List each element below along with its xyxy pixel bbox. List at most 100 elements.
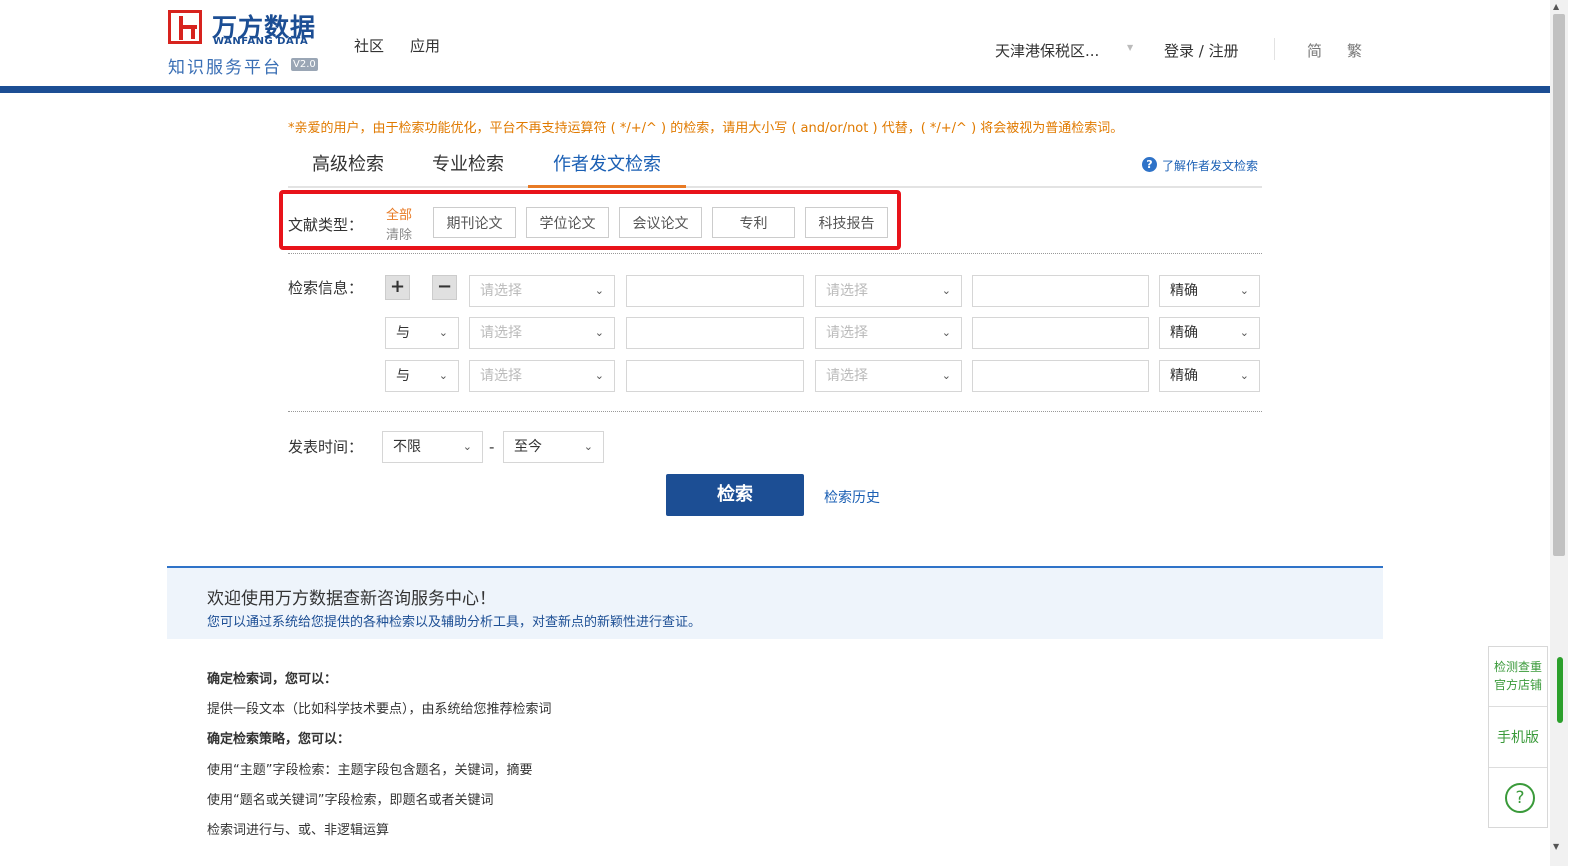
match-select-value: 精确 — [1170, 368, 1198, 384]
doc-type-thesis-button[interactable]: 学位论文 — [526, 207, 609, 238]
tab-divider — [288, 186, 1262, 188]
chevron-down-icon: ⌄ — [594, 326, 604, 339]
field-select[interactable]: 请选择 ⌄ — [469, 317, 615, 349]
question-circle-icon[interactable]: ? — [1505, 783, 1535, 813]
wanfang-logo-icon[interactable] — [168, 10, 202, 44]
chevron-down-icon: ⌄ — [594, 284, 604, 297]
field-select[interactable]: 请选择 ⌄ — [815, 275, 962, 307]
doc-type-conference-button[interactable]: 会议论文 — [619, 207, 702, 238]
section-divider — [288, 411, 1262, 412]
welcome-description: 您可以通过系统给您提供的各种检索以及辅助分析工具，对查新点的新颖性进行查证。 — [207, 615, 702, 630]
field-select[interactable]: 请选择 ⌄ — [469, 360, 615, 392]
notice-text: *亲爱的用户，由于检索功能优化，平台不再支持运算符 ( */+/^ ) 的检索，… — [288, 121, 1124, 136]
match-select[interactable]: 精确 ⌄ — [1159, 317, 1260, 349]
side-scroll-indicator — [1557, 657, 1563, 723]
tab-author-search[interactable]: 作者发文检索 — [553, 153, 661, 187]
chevron-down-icon: ⌄ — [594, 369, 604, 382]
side-mobile-link[interactable]: 手机版 — [1489, 727, 1547, 747]
lang-simplified-link[interactable]: 简 — [1307, 40, 1322, 61]
search-input[interactable] — [626, 317, 804, 349]
search-history-link[interactable]: 检索历史 — [824, 487, 880, 507]
time-from-select[interactable]: 不限 ⌄ — [382, 431, 483, 463]
chevron-down-icon: ⌄ — [1239, 284, 1249, 297]
header-bar — [0, 86, 1550, 93]
chevron-down-icon: ⌄ — [438, 369, 448, 382]
field-select-value: 请选择 — [826, 283, 868, 299]
field-select-value: 请选择 — [480, 325, 522, 341]
info-heading: 确定检索策略，您可以： — [207, 732, 351, 747]
lang-traditional-link[interactable]: 繁 — [1347, 40, 1362, 61]
region-selector[interactable]: 天津港保税区... — [995, 40, 1099, 61]
time-to-value: 至今 — [514, 439, 542, 455]
search-input[interactable] — [626, 275, 804, 307]
search-input[interactable] — [972, 317, 1149, 349]
chevron-down-icon: ⌄ — [462, 440, 472, 453]
logo-subtitle: 知识服务平台 — [168, 58, 282, 78]
chevron-down-icon: ⌄ — [941, 284, 951, 297]
doc-type-journal-button[interactable]: 期刊论文 — [433, 207, 516, 238]
add-row-button[interactable]: + — [385, 275, 410, 300]
info-heading: 确定检索词，您可以： — [207, 672, 338, 687]
info-line: 提供一段文本（比如科学技术要点），由系统给您推荐检索词 — [207, 702, 552, 717]
field-select[interactable]: 请选择 ⌄ — [815, 360, 962, 392]
search-input[interactable] — [972, 360, 1149, 392]
tab-advanced-search[interactable]: 高级检索 — [312, 153, 384, 187]
doc-type-label: 文献类型： — [288, 216, 364, 234]
chevron-down-icon: ⌄ — [438, 326, 448, 339]
side-shop-line2: 官方店铺 — [1493, 678, 1542, 692]
active-tab-indicator — [528, 185, 686, 188]
doc-type-clear[interactable]: 清除 — [386, 224, 412, 243]
search-info-label: 检索信息： — [288, 279, 364, 297]
nav-apps[interactable]: 应用 — [410, 35, 440, 56]
match-select[interactable]: 精确 ⌄ — [1159, 360, 1260, 392]
side-shop-link[interactable]: 检测查重 官方店铺 — [1489, 658, 1547, 694]
scrollbar-thumb[interactable] — [1553, 14, 1565, 556]
publish-time-label: 发表时间： — [288, 438, 364, 456]
field-select-value: 请选择 — [826, 368, 868, 384]
time-dash: - — [489, 438, 495, 456]
match-select-value: 精确 — [1170, 283, 1198, 299]
scroll-up-icon[interactable]: ▲ — [1553, 2, 1559, 11]
doc-type-report-button[interactable]: 科技报告 — [805, 207, 888, 238]
search-button[interactable]: 检索 — [666, 474, 804, 516]
search-input[interactable] — [626, 360, 804, 392]
match-select-value: 精确 — [1170, 325, 1198, 341]
doc-type-patent-button[interactable]: 专利 — [712, 207, 795, 238]
section-divider — [288, 253, 1262, 254]
info-line: 检索词进行与、或、非逻辑运算 — [207, 823, 390, 838]
header-divider — [1274, 38, 1275, 60]
logic-select-value: 与 — [396, 325, 410, 341]
side-divider — [1489, 767, 1547, 768]
help-icon[interactable]: ? — [1142, 157, 1157, 172]
time-from-value: 不限 — [393, 439, 421, 455]
field-select-value: 请选择 — [826, 325, 868, 341]
help-link[interactable]: 了解作者发文检索 — [1162, 157, 1258, 174]
field-select-value: 请选择 — [480, 368, 522, 384]
time-to-select[interactable]: 至今 ⌄ — [503, 431, 604, 463]
nav-community[interactable]: 社区 — [354, 35, 384, 56]
field-select[interactable]: 请选择 ⌄ — [815, 317, 962, 349]
chevron-down-icon: ⌄ — [1239, 369, 1249, 382]
version-badge: V2.0 — [291, 58, 318, 71]
info-line: 使用“题名或关键词”字段检索，即题名或者关键词 — [207, 793, 494, 808]
side-shop-line1: 检测查重 — [1493, 660, 1542, 674]
remove-row-button[interactable]: − — [432, 275, 457, 300]
welcome-title: 欢迎使用万方数据查新咨询服务中心！ — [207, 589, 496, 609]
chevron-down-icon: ⌄ — [941, 326, 951, 339]
chevron-down-icon: ⌄ — [1239, 326, 1249, 339]
logo-english: WANFANG DATA — [213, 36, 309, 47]
logic-select-value: 与 — [396, 368, 410, 384]
field-select-value: 请选择 — [480, 283, 522, 299]
scroll-down-icon[interactable]: ▼ — [1553, 842, 1559, 851]
match-select[interactable]: 精确 ⌄ — [1159, 275, 1260, 307]
side-divider — [1489, 706, 1547, 707]
search-input[interactable] — [972, 275, 1149, 307]
tab-professional-search[interactable]: 专业检索 — [432, 153, 504, 187]
field-select[interactable]: 请选择 ⌄ — [469, 275, 615, 307]
logic-select[interactable]: 与 ⌄ — [385, 317, 459, 349]
doc-type-all[interactable]: 全部 — [386, 204, 412, 223]
login-register-link[interactable]: 登录 / 注册 — [1164, 40, 1239, 61]
caret-down-icon[interactable]: ▼ — [1127, 43, 1133, 52]
chevron-down-icon: ⌄ — [583, 440, 593, 453]
logic-select[interactable]: 与 ⌄ — [385, 360, 459, 392]
